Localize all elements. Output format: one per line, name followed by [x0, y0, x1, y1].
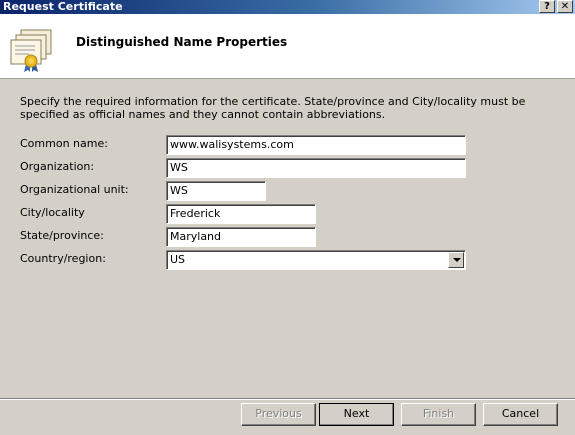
organizational-unit-label: Organizational unit: [20, 183, 129, 196]
cancel-button[interactable]: Cancel [483, 403, 558, 426]
country-label: Country/region: [20, 252, 106, 265]
state-field[interactable]: Maryland [166, 227, 316, 247]
help-button[interactable]: ? [539, 0, 555, 13]
organization-label: Organization: [20, 160, 95, 173]
window-title: Request Certificate [3, 0, 123, 13]
footer-divider [0, 398, 575, 400]
instructions-text: Specify the required information for the… [20, 95, 526, 121]
city-field[interactable]: Frederick [166, 204, 316, 224]
city-label: City/locality [20, 206, 85, 219]
page-heading: Distinguished Name Properties [76, 35, 288, 49]
next-button[interactable]: Next [319, 403, 394, 426]
wizard-header: Distinguished Name Properties [0, 14, 575, 79]
title-bar: Request Certificate ? ✕ [0, 0, 575, 14]
close-button[interactable]: ✕ [557, 0, 573, 13]
chevron-down-icon [453, 258, 461, 262]
common-name-label: Common name: [20, 137, 108, 150]
dropdown-button[interactable] [448, 252, 464, 268]
organizational-unit-field[interactable]: WS [166, 181, 266, 201]
state-label: State/province: [20, 229, 104, 242]
country-select[interactable]: US [166, 250, 466, 270]
certificate-icon [10, 29, 52, 72]
organization-field[interactable]: WS [166, 158, 466, 178]
finish-button[interactable]: Finish [401, 403, 476, 426]
country-select-value: US [170, 253, 186, 266]
previous-button[interactable]: Previous [241, 403, 316, 426]
common-name-field[interactable]: www.walisystems.com [166, 135, 466, 155]
